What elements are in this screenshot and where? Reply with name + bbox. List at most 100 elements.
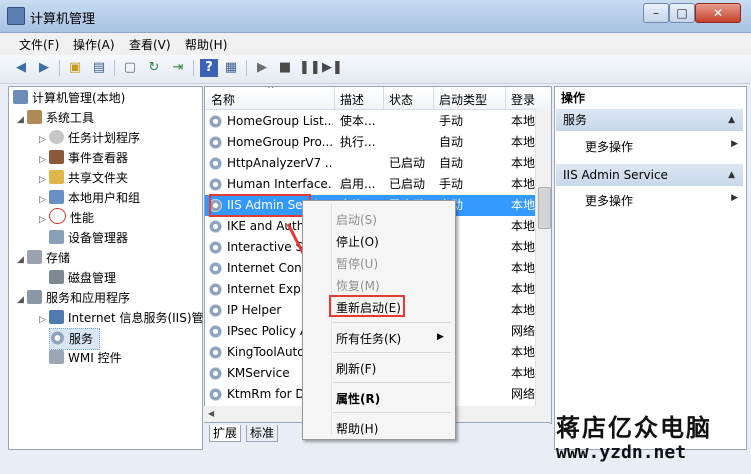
column-status[interactable]: 状态 — [389, 91, 413, 108]
minimize-button[interactable]: – — [643, 3, 669, 23]
collapsed-arrow-icon[interactable]: ▷ — [39, 170, 49, 190]
tree-item-iis[interactable]: ▷ Internet 信息服务(IIS)管 — [39, 308, 204, 328]
help-icon[interactable]: ? — [200, 59, 218, 77]
tree-item-disk-management[interactable]: 磁盘管理 — [49, 268, 116, 288]
restart-icon[interactable]: ▶❚ — [322, 59, 343, 77]
cell-logon: 本地 — [511, 156, 535, 170]
refresh-icon[interactable]: ↻ — [145, 59, 163, 77]
tree-item-task-scheduler[interactable]: ▷ 任务计划程序 — [39, 128, 140, 148]
actions-section-iis-admin[interactable]: IIS Admin Service ▲ — [556, 164, 743, 186]
menu-start[interactable]: 启动(S) — [336, 211, 377, 228]
menu-file[interactable]: 文件(F) — [19, 36, 59, 53]
service-row[interactable]: Human Interface... 启用... 已启动 手动 本地 — [205, 174, 535, 195]
collapsed-arrow-icon[interactable]: ▷ — [39, 310, 49, 330]
tree-item-computer-management[interactable]: 计算机管理(本地) — [13, 88, 125, 108]
menu-view[interactable]: 查看(V) — [129, 36, 171, 53]
expanded-arrow-icon[interactable]: ◢ — [17, 110, 27, 130]
tree-label: 本地用户和组 — [68, 191, 141, 205]
cell-desc: 使本... — [340, 114, 376, 128]
column-divider[interactable] — [505, 87, 506, 109]
cell-logon: 本地 — [511, 114, 535, 128]
menu-restart[interactable]: 重新启动(E) — [336, 299, 401, 316]
service-gear-icon — [209, 178, 222, 191]
actions-section-services[interactable]: 服务 ▲ — [556, 109, 743, 131]
scroll-left-icon[interactable]: ◀ — [208, 409, 218, 419]
cell-logon: 本地 — [511, 282, 535, 296]
more-actions-link[interactable]: 更多操作 — [585, 192, 633, 209]
column-divider[interactable] — [334, 87, 335, 109]
column-logon[interactable]: 登录 — [511, 91, 535, 108]
menu-refresh[interactable]: 刷新(F) — [336, 360, 376, 377]
submenu-arrow-icon[interactable]: ▶ — [731, 193, 738, 203]
service-gear-icon — [209, 220, 222, 233]
expanded-arrow-icon[interactable]: ◢ — [17, 250, 27, 270]
tree-item-shared-folders[interactable]: ▷ 共享文件夹 — [39, 168, 128, 188]
forward-icon[interactable]: ▶ — [35, 59, 53, 77]
service-gear-icon — [209, 115, 222, 128]
tree-label: 事件查看器 — [68, 151, 129, 165]
tree-item-services-apps[interactable]: ◢ 服务和应用程序 — [17, 288, 130, 308]
play-icon[interactable]: ▶ — [253, 59, 271, 77]
view-icon[interactable]: ▦ — [222, 59, 240, 77]
cell-desc: 启用... — [340, 177, 376, 191]
menu-help[interactable]: 帮助(H) — [185, 36, 227, 53]
service-gear-icon — [209, 367, 222, 380]
users-icon — [49, 190, 64, 204]
more-actions-link[interactable]: 更多操作 — [585, 138, 633, 155]
properties-icon[interactable]: ▢ — [121, 59, 139, 77]
menu-all-tasks[interactable]: 所有任务(K) — [336, 330, 401, 347]
menu-stop[interactable]: 停止(O) — [336, 233, 379, 250]
tree-item-system-tools[interactable]: ◢ 系统工具 — [17, 108, 94, 128]
expanded-arrow-icon[interactable]: ◢ — [17, 290, 27, 310]
selected-service-highlight — [209, 194, 311, 217]
pause-icon[interactable]: ❚❚ — [299, 59, 321, 77]
stop-icon[interactable]: ■ — [276, 59, 294, 77]
context-menu: 启动(S) 停止(O) 暂停(U) 恢复(M) 重新启动(E) 所有任务(K) … — [302, 200, 456, 440]
close-button[interactable]: ✕ — [695, 3, 741, 23]
tree-item-wmi[interactable]: WMI 控件 — [49, 348, 122, 368]
submenu-arrow-icon: ▶ — [437, 332, 444, 342]
service-row[interactable]: HomeGroup Pro... 执行... 自动 本地 — [205, 132, 535, 153]
menu-action[interactable]: 操作(A) — [73, 36, 115, 53]
collapse-up-icon[interactable]: ▲ — [728, 164, 735, 186]
collapsed-arrow-icon[interactable]: ▷ — [39, 210, 49, 230]
tab-extended[interactable]: 扩展 — [209, 425, 242, 442]
tree-item-local-users[interactable]: ▷ 本地用户和组 — [39, 188, 140, 208]
column-description[interactable]: 描述 — [340, 91, 364, 108]
column-startup-type[interactable]: 启动类型 — [439, 91, 487, 108]
up-folder-icon[interactable]: ▣ — [66, 59, 84, 77]
column-divider[interactable] — [433, 87, 434, 109]
tree-item-event-viewer[interactable]: ▷ 事件查看器 — [39, 148, 128, 168]
menu-properties[interactable]: 属性(R) — [336, 390, 380, 407]
collapsed-arrow-icon[interactable]: ▷ — [39, 150, 49, 170]
title-bar[interactable]: 计算机管理 – □ ✕ — [0, 0, 751, 33]
scroll-thumb[interactable] — [538, 187, 551, 229]
service-row[interactable]: HomeGroup List... 使本... 手动 本地 — [205, 111, 535, 132]
computer-management-icon — [13, 90, 28, 104]
submenu-arrow-icon[interactable]: ▶ — [731, 139, 738, 149]
collapsed-arrow-icon[interactable]: ▷ — [39, 190, 49, 210]
collapsed-arrow-icon[interactable]: ▷ — [39, 130, 49, 150]
export-icon[interactable]: ⇥ — [169, 59, 187, 77]
service-row[interactable]: HttpAnalyzerV7 ... 已启动 自动 本地 — [205, 153, 535, 174]
menu-resume[interactable]: 恢复(M) — [336, 277, 380, 294]
tree-item-services[interactable]: 服务 — [49, 328, 101, 350]
column-divider[interactable] — [383, 87, 384, 109]
tree-label: 任务计划程序 — [68, 131, 141, 145]
show-tree-icon[interactable]: ▤ — [90, 59, 108, 77]
column-name[interactable]: 名称 — [211, 91, 235, 108]
service-gear-icon — [209, 241, 222, 254]
tree-item-device-manager[interactable]: 设备管理器 — [49, 228, 128, 248]
tree-item-storage[interactable]: ◢ 存储 — [17, 248, 70, 268]
toolbar: ◀ ▶ ▣ ▤ ▢ ↻ ⇥ ? ▦ ▶ ■ ❚❚ ▶❚ — [0, 55, 751, 84]
maximize-button[interactable]: □ — [669, 3, 695, 23]
vertical-scrollbar[interactable] — [535, 109, 551, 423]
back-icon[interactable]: ◀ — [12, 59, 30, 77]
cell-logon: 本地 — [511, 135, 535, 149]
menu-pause[interactable]: 暂停(U) — [336, 255, 378, 272]
menu-help[interactable]: 帮助(H) — [336, 420, 378, 437]
collapse-up-icon[interactable]: ▲ — [728, 109, 735, 131]
tab-standard[interactable]: 标准 — [246, 425, 279, 442]
disk-icon — [49, 270, 64, 284]
tree-item-performance[interactable]: ▷ 性能 — [39, 208, 94, 228]
